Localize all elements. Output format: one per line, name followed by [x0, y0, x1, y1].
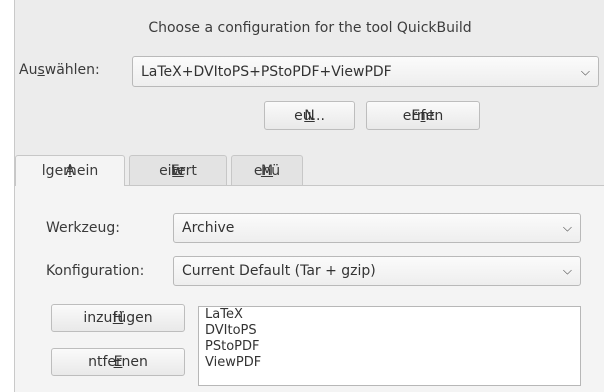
configuration-select[interactable]: Current Default (Tar + gzip) ⌵ — [173, 256, 581, 286]
add-button[interactable]: Hinzufügen — [51, 304, 185, 332]
tab-general[interactable]: Al lgemein — [15, 155, 125, 186]
tool-select[interactable]: Archive ⌵ — [173, 213, 581, 243]
tool-list[interactable]: LaTeX DVItoPS PStoPDF ViewPDF — [198, 306, 581, 386]
list-item[interactable]: DVItoPS — [199, 323, 580, 339]
dialog-title: Choose a configuration for the tool Quic… — [148, 20, 472, 36]
chevron-down-icon: ⌵ — [580, 64, 590, 78]
new-config-button[interactable]: Neu... — [264, 101, 355, 130]
tab-bar: Al lgemein Er w eitert Menü — [15, 155, 604, 186]
list-item[interactable]: LaTeX — [199, 307, 580, 323]
chevron-down-icon: ⌵ — [562, 220, 572, 235]
select-config-label: Auswählen: — [19, 62, 100, 78]
configuration-label: Konfiguration: — [46, 263, 145, 279]
list-item[interactable]: ViewPDF — [199, 355, 580, 371]
remove-button[interactable]: Entfernen — [51, 348, 185, 376]
general-tab-panel: Werkzeug: Archive ⌵ Konfiguration: Curre… — [15, 186, 604, 392]
remove-config-button[interactable]: Ent f ernen — [366, 101, 480, 130]
quickbuild-config-dialog: Choose a configuration for the tool Quic… — [14, 0, 604, 392]
config-select-value: LaTeX+DVItoPS+PStoPDF+ViewPDF — [141, 63, 392, 80]
tab-menu[interactable]: Menü — [231, 155, 303, 185]
configuration-select-value: Current Default (Tar + gzip) — [182, 263, 376, 279]
tab-advanced[interactable]: Er w eitert — [129, 155, 227, 185]
tool-select-value: Archive — [182, 220, 235, 236]
list-item[interactable]: PStoPDF — [199, 339, 580, 355]
chevron-down-icon: ⌵ — [562, 263, 572, 278]
tool-label: Werkzeug: — [46, 220, 120, 236]
config-select[interactable]: LaTeX+DVItoPS+PStoPDF+ViewPDF ⌵ — [132, 56, 599, 87]
